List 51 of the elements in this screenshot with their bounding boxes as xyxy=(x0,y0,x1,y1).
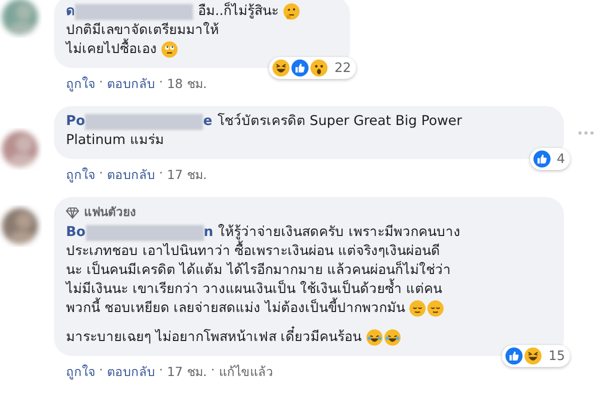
wow-emoji-icon xyxy=(310,59,328,77)
relieved-emoji-icon xyxy=(408,300,426,317)
comment-text: พวกนี้ ชอบเหยียด เลยจ่ายสดแม่ง ไม่ต้องเป็นขี้ปากพวกมัน xyxy=(66,299,405,318)
timestamp: 17 ชม. xyxy=(166,166,207,184)
comment-text: ไม่เคยไปซื้อเอง xyxy=(66,40,157,59)
comment-text: อืม..ก็ไม่รู้สินะ xyxy=(198,2,279,21)
separator-dot: · xyxy=(210,362,215,379)
like-link[interactable]: ถูกใจ xyxy=(66,165,95,185)
comment-text: ให้รู้ว่าจ่ายเงินสดครับ เพราะมีพวกคนบาง xyxy=(218,223,460,240)
eyeroll-emoji-icon xyxy=(161,41,178,58)
thumbs-up-icon xyxy=(505,347,524,365)
separator-dot: · xyxy=(158,165,163,182)
joy-emoji-icon xyxy=(366,329,383,346)
comment-text: มาระบายเฉยๆ ไม่อยากโพสหน้าเฟส เดี๋ยวมีคนร้อน xyxy=(66,328,362,347)
reply-link[interactable]: ตอบกลับ xyxy=(106,74,155,94)
badge-label: แฟนตัวยง xyxy=(84,204,136,221)
commenter-name[interactable]: Po xyxy=(66,112,86,131)
commenter-name[interactable]: Bo xyxy=(66,223,86,242)
comment-text: Platinum แมร่ม xyxy=(66,131,164,150)
edited-label[interactable]: แก้ไขแล้ว xyxy=(218,362,273,382)
like-link[interactable]: ถูกใจ xyxy=(66,362,95,382)
separator-dot: · xyxy=(158,74,163,91)
reaction-summary[interactable]: 4 xyxy=(530,148,570,170)
separator-dot: · xyxy=(158,362,163,379)
comment-text: ปกติมีเลขาจัดเตรียมมาให้ xyxy=(66,21,219,38)
reaction-summary[interactable]: 22 xyxy=(269,57,356,79)
separator-dot: · xyxy=(99,362,103,379)
reply-link[interactable]: ตอบกลับ xyxy=(106,362,155,382)
timestamp: 18 ชม. xyxy=(166,75,207,93)
joy-emoji-icon xyxy=(384,329,401,346)
more-options-icon[interactable] xyxy=(578,130,594,134)
comment-text: ประเภทชอบ เอาไปนินทาว่า ซื้อเพราะเงินผ่อน แต่จริงๆเงินผ่อนดี xyxy=(66,242,440,261)
comment-text: นะ เป็นคนมีเครดิต ได้แต้ม ได้ไรอีกมากมาย แล้วคนผ่อนก็ไม่ใช่ว่า xyxy=(66,261,452,278)
separator-dot: · xyxy=(99,165,103,182)
diamond-icon xyxy=(66,206,79,218)
laugh-emoji-icon xyxy=(524,347,542,365)
thinking-emoji-icon xyxy=(282,3,300,20)
commenter-name[interactable]: ด xyxy=(66,2,75,21)
commenter-name[interactable]: n xyxy=(204,223,214,242)
reply-link[interactable]: ตอบกลับ xyxy=(106,165,155,185)
timestamp: 17 ชม. xyxy=(166,363,207,381)
reaction-summary[interactable]: 15 xyxy=(502,345,570,367)
laugh-emoji-icon xyxy=(272,59,290,77)
comment-text: ไม่มีเงินนะ เขาเรียกว่า วางแผนเงินเป็น ใช้เงินเป็นด้วยซ้ำ แต่คน xyxy=(66,280,442,299)
separator-dot: · xyxy=(99,74,103,91)
comment-text: โชว์บัตรเครดิต Super Great Big Power xyxy=(217,112,462,131)
thumbs-up-icon xyxy=(291,59,310,77)
commenter-name[interactable]: e xyxy=(203,112,212,131)
like-link[interactable]: ถูกใจ xyxy=(66,74,95,94)
relieved-emoji-icon xyxy=(426,300,444,317)
thumbs-up-icon xyxy=(532,150,551,168)
